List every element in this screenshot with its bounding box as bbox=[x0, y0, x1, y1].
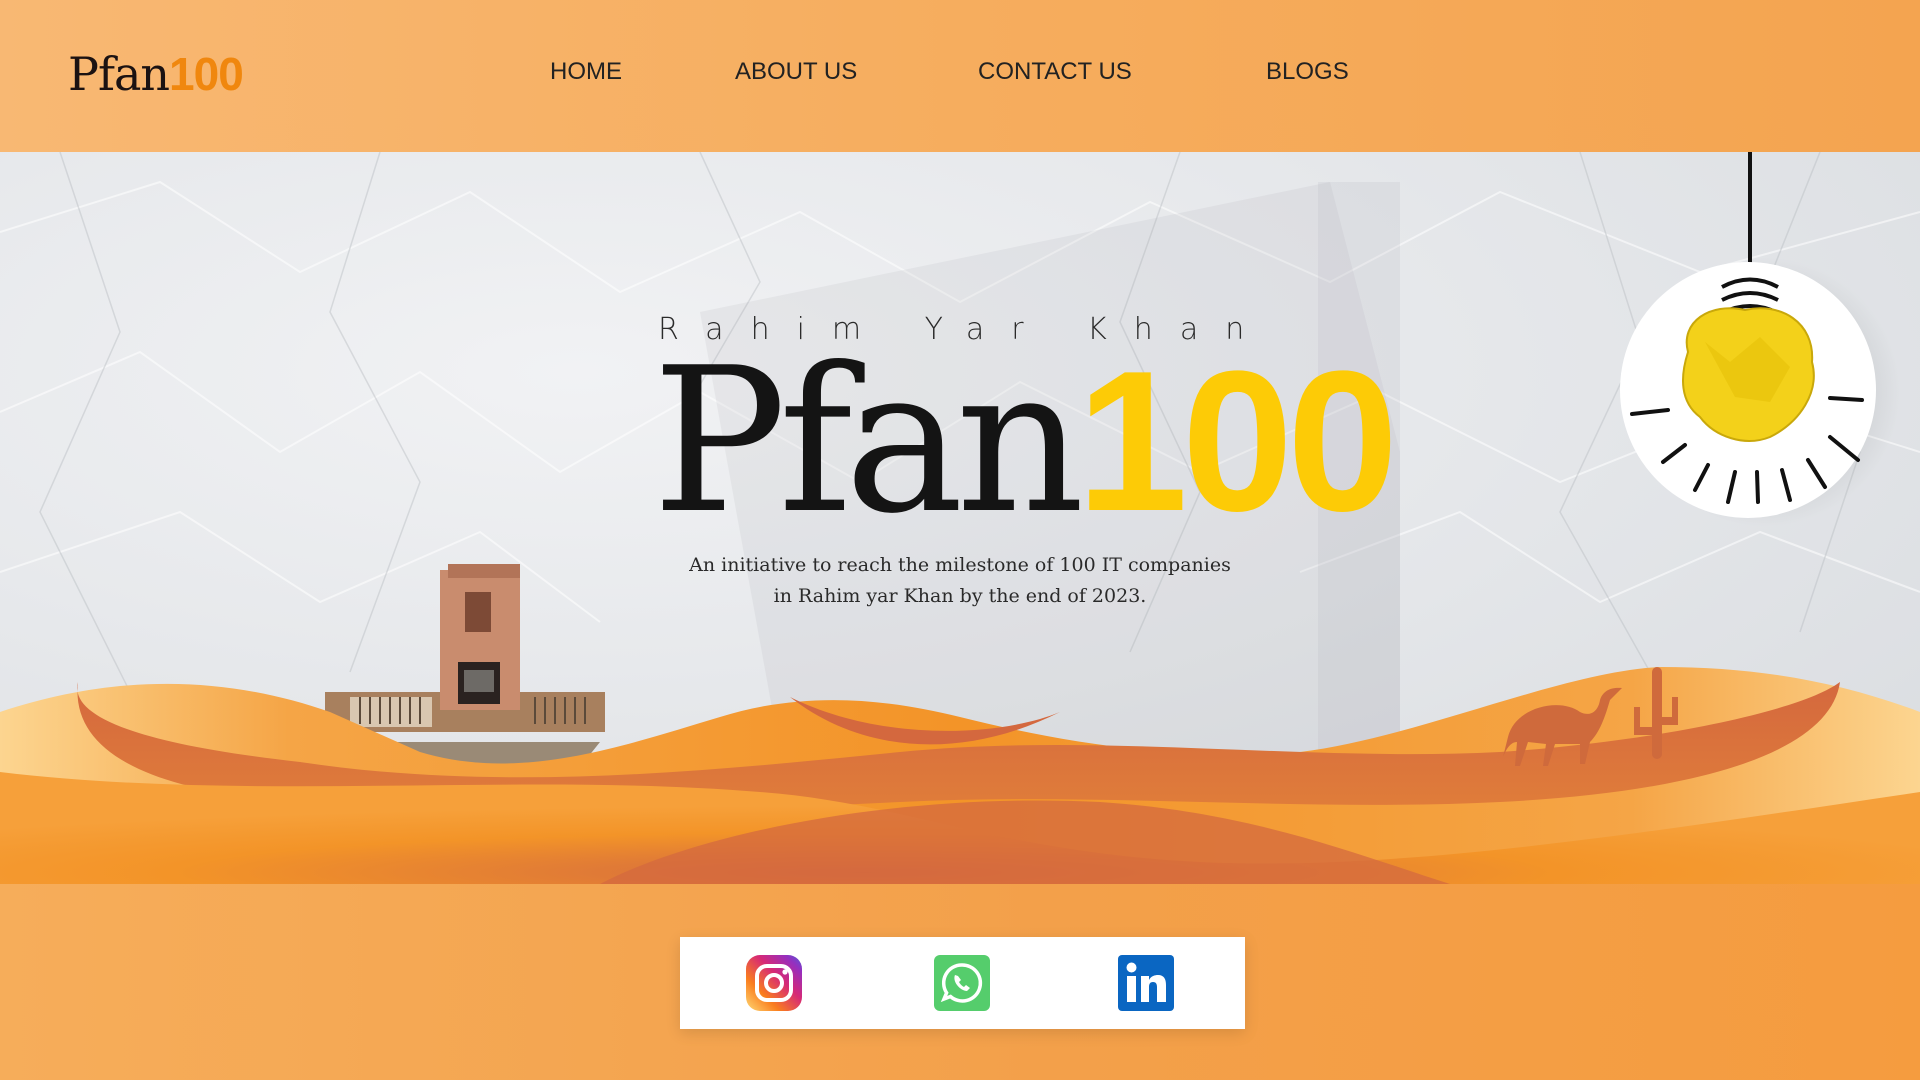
nav-about-link[interactable]: ABOUT US bbox=[735, 58, 857, 86]
nav-blogs-link[interactable]: BLOGS bbox=[1266, 58, 1349, 86]
nav-home-link[interactable]: HOME bbox=[550, 58, 622, 86]
linkedin-icon[interactable] bbox=[1117, 954, 1175, 1012]
site-header: Pfan100 HOME ABOUT US CONTACT US BLOGS bbox=[0, 0, 1920, 152]
instagram-icon[interactable] bbox=[745, 954, 803, 1012]
social-links-bar bbox=[680, 937, 1245, 1029]
crumpled-lightbulb-illustration bbox=[1620, 152, 1900, 527]
header-logo[interactable]: Pfan100 bbox=[68, 46, 244, 102]
hero-banner: Rahim Yar Khan Pfan100 An initiative to … bbox=[0, 152, 1920, 884]
whatsapp-icon[interactable] bbox=[933, 954, 991, 1012]
logo-number: 100 bbox=[169, 48, 244, 100]
logo-word: Pfan bbox=[68, 47, 170, 101]
nav-contact-link[interactable]: CONTACT US bbox=[978, 58, 1132, 86]
desert-scene bbox=[0, 152, 1920, 884]
